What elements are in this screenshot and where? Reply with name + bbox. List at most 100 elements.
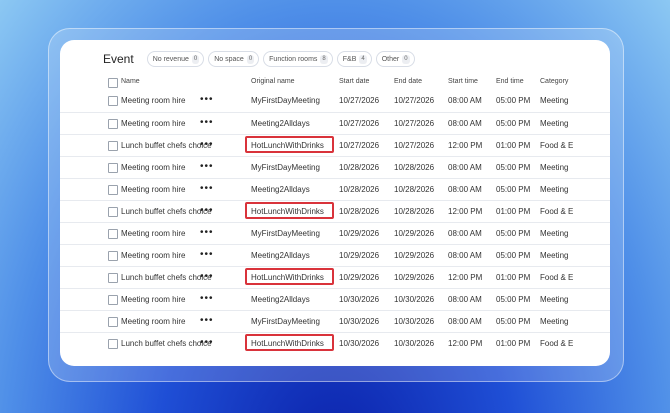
select-all-checkbox[interactable]: [108, 78, 118, 88]
more-horizontal-icon[interactable]: •••: [200, 95, 214, 105]
row-checkbox[interactable]: [108, 229, 118, 239]
filter-chip-no-revenue[interactable]: No revenue 0: [146, 51, 205, 67]
table-row[interactable]: Lunch buffet chefs choice ••• HotLunchWith…: [60, 134, 610, 157]
row-end-date: 10/30/2026: [394, 295, 435, 304]
row-original-name: Meeting2Alldays: [251, 185, 310, 194]
more-horizontal-icon[interactable]: •••: [200, 250, 214, 260]
table-row[interactable]: Meeting room hire ••• Meeting2Alldays 10/30…: [60, 288, 610, 311]
column-header-name[interactable]: Name: [121, 78, 140, 85]
table-row[interactable]: Meeting room hire ••• Meeting2Alldays 10/28…: [60, 178, 610, 201]
row-category: Food & E: [540, 273, 574, 282]
row-end-time: 01:00 PM: [496, 207, 531, 216]
section-title: Event: [103, 52, 134, 66]
row-start-time: 12:00 PM: [448, 339, 483, 348]
row-checkbox[interactable]: [108, 317, 118, 327]
filter-chip-function-rooms[interactable]: Function rooms 8: [263, 51, 333, 67]
column-header-end-date[interactable]: End date: [394, 78, 422, 85]
row-category: Food & E: [540, 141, 574, 150]
row-end-time: 01:00 PM: [496, 339, 531, 348]
row-checkbox[interactable]: [108, 339, 118, 349]
row-name: Meeting room hire: [121, 229, 186, 238]
row-checkbox[interactable]: [108, 96, 118, 106]
highlight-box: [245, 268, 334, 285]
more-horizontal-icon[interactable]: •••: [200, 184, 214, 194]
row-start-time: 08:00 AM: [448, 295, 482, 304]
more-horizontal-icon[interactable]: •••: [200, 272, 214, 282]
row-checkbox[interactable]: [108, 251, 118, 261]
more-horizontal-icon[interactable]: •••: [200, 294, 214, 304]
row-end-time: 05:00 PM: [496, 96, 531, 105]
table-row[interactable]: Meeting room hire ••• MyFirstDayMeeting 10/…: [60, 156, 610, 179]
filter-chip-other[interactable]: Other 0: [375, 51, 415, 67]
row-start-date: 10/29/2026: [339, 251, 380, 260]
chip-count: 8: [320, 54, 328, 64]
row-checkbox[interactable]: [108, 163, 118, 173]
table-row[interactable]: Meeting room hire ••• MyFirstDayMeeting 10/…: [60, 310, 610, 333]
row-end-date: 10/28/2026: [394, 163, 435, 172]
more-horizontal-icon[interactable]: •••: [200, 162, 214, 172]
row-start-date: 10/27/2026: [339, 119, 380, 128]
row-category: Meeting: [540, 317, 569, 326]
row-checkbox[interactable]: [108, 273, 118, 283]
row-original-name: Meeting2Alldays: [251, 119, 310, 128]
row-end-time: 05:00 PM: [496, 163, 531, 172]
row-start-time: 08:00 AM: [448, 229, 482, 238]
table-row[interactable]: Lunch buffet chefs choice ••• HotLunchWith…: [60, 200, 610, 223]
row-name: Lunch buffet chefs choice: [121, 141, 212, 150]
row-start-time: 12:00 PM: [448, 141, 483, 150]
row-end-time: 05:00 PM: [496, 251, 531, 260]
row-checkbox[interactable]: [108, 207, 118, 217]
column-header-start-time[interactable]: Start time: [448, 78, 478, 85]
more-horizontal-icon[interactable]: •••: [200, 118, 214, 128]
filter-chip-no-space[interactable]: No space 0: [208, 51, 260, 67]
table-row[interactable]: Meeting room hire ••• Meeting2Alldays 10/29…: [60, 244, 610, 267]
chip-count: 0: [191, 54, 200, 64]
row-start-time: 12:00 PM: [448, 273, 483, 282]
column-header-original-name[interactable]: Original name: [251, 78, 295, 85]
chip-label: No space: [214, 55, 244, 63]
table-row[interactable]: Meeting room hire ••• MyFirstDayMeeting 10/…: [60, 222, 610, 245]
row-name: Lunch buffet chefs choice: [121, 273, 212, 282]
table-row[interactable]: Lunch buffet chefs choice ••• HotLunchWith…: [60, 266, 610, 289]
row-checkbox[interactable]: [108, 295, 118, 305]
chip-count: 0: [402, 54, 410, 64]
row-end-time: 05:00 PM: [496, 185, 531, 194]
row-end-date: 10/30/2026: [394, 339, 435, 348]
more-horizontal-icon[interactable]: •••: [200, 228, 214, 238]
row-start-time: 12:00 PM: [448, 207, 483, 216]
chip-label: Function rooms: [269, 55, 318, 63]
table-row[interactable]: Meeting room hire ••• MyFirstDayMeeting 10/…: [60, 90, 610, 112]
row-checkbox[interactable]: [108, 141, 118, 151]
row-start-time: 08:00 AM: [448, 163, 482, 172]
column-header-end-time[interactable]: End time: [496, 78, 524, 85]
filter-chip-fb[interactable]: F&B 4: [336, 51, 372, 67]
row-start-date: 10/28/2026: [339, 207, 380, 216]
row-start-time: 08:00 AM: [448, 317, 482, 326]
row-end-date: 10/27/2026: [394, 141, 435, 150]
column-header-category[interactable]: Category: [540, 78, 568, 85]
row-start-date: 10/30/2026: [339, 317, 380, 326]
row-end-time: 05:00 PM: [496, 119, 531, 128]
highlight-box: [245, 334, 334, 351]
row-name: Lunch buffet chefs choice: [121, 207, 212, 216]
row-category: Food & E: [540, 207, 574, 216]
row-start-date: 10/28/2026: [339, 185, 380, 194]
row-end-date: 10/30/2026: [394, 317, 435, 326]
row-start-time: 08:00 AM: [448, 119, 482, 128]
row-checkbox[interactable]: [108, 119, 118, 129]
more-horizontal-icon[interactable]: •••: [200, 338, 214, 348]
more-horizontal-icon[interactable]: •••: [200, 206, 214, 216]
row-category: Food & E: [540, 339, 574, 348]
table-row[interactable]: Meeting room hire ••• Meeting2Alldays 10/27…: [60, 112, 610, 135]
more-horizontal-icon[interactable]: •••: [200, 140, 214, 150]
row-start-date: 10/30/2026: [339, 339, 380, 348]
more-horizontal-icon[interactable]: •••: [200, 316, 214, 326]
row-start-date: 10/28/2026: [339, 163, 380, 172]
column-header-start-date[interactable]: Start date: [339, 78, 369, 85]
row-end-time: 05:00 PM: [496, 317, 531, 326]
row-category: Meeting: [540, 251, 569, 260]
row-category: Meeting: [540, 229, 569, 238]
table-row[interactable]: Lunch buffet chefs choice ••• HotLunchWith…: [60, 332, 610, 355]
row-checkbox[interactable]: [108, 185, 118, 195]
row-end-date: 10/28/2026: [394, 207, 435, 216]
